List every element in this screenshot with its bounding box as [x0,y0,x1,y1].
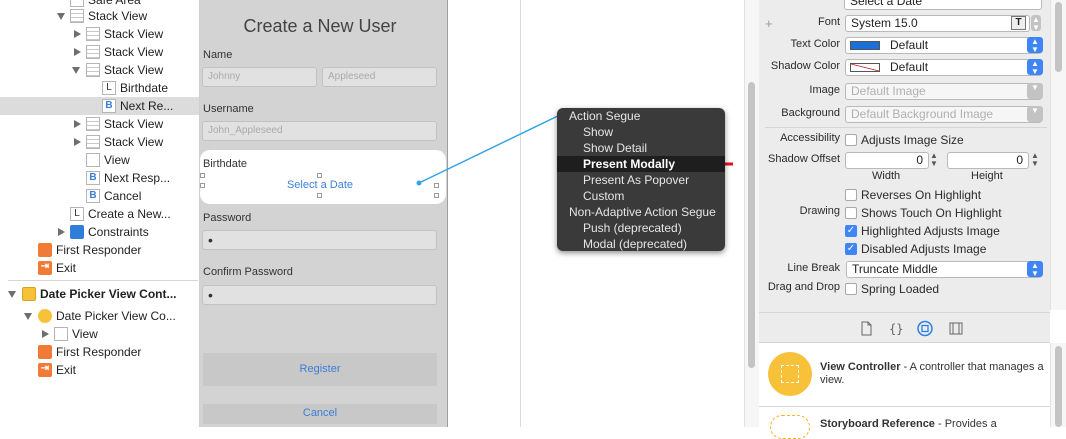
inspector-scroll-thumb[interactable] [1055,2,1062,72]
chevron-down-icon[interactable]: ▼ [1027,83,1043,99]
font-picker-icon[interactable]: T [1011,16,1026,30]
library-item-title: View Controller [820,361,901,373]
menu-item-show[interactable]: Show [557,124,751,140]
font-stepper[interactable]: ▲ ▼ [1031,15,1041,32]
font-label: Font [817,16,840,28]
image-field[interactable]: Default Image [845,83,1042,100]
image-label: Image [809,84,840,96]
shows-touch-checkbox[interactable] [845,207,857,219]
braces-icon[interactable]: {} [889,322,903,336]
library-tabs: {} [861,320,963,337]
spring-loaded-label: Spring Loaded [861,282,940,296]
text-color-swatch [850,41,880,50]
menu-item-present-modally[interactable]: Present Modally [557,156,725,172]
height-caption: Height [971,170,1003,182]
media-icon[interactable] [949,322,963,335]
library-item-description: Storyboard Reference - Provides a [820,418,1045,430]
adjusts-image-size-label: Adjusts Image Size [861,133,964,147]
svg-text:{}: {} [889,322,903,336]
menu-item-present-as-popover[interactable]: Present As Popover [557,172,751,188]
shadow-width-field[interactable]: 0 [845,152,929,169]
canvas-scroll-thumb[interactable] [748,82,755,368]
view-controller-icon [768,352,812,396]
chevron-updown-icon[interactable]: ▲ ▼ [1027,59,1043,76]
line-break-label: Line Break [787,262,840,274]
width-stepper[interactable]: ▲ ▼ [930,152,938,168]
library-item-desc: - Provides a [934,418,997,430]
shadow-color-swatch [850,63,880,72]
reverses-on-highlight-checkbox[interactable] [845,189,857,201]
add-variation-button[interactable]: + [765,16,773,31]
accessibility-label: Accessibility [780,132,840,144]
divider [765,127,1047,128]
text-color-label: Text Color [790,38,840,50]
width-caption: Width [872,170,901,182]
library-item-description: View Controller - A controller that mana… [820,361,1045,387]
library-item-title: Storyboard Reference [820,418,935,430]
background-field[interactable]: Default Background Image [845,106,1042,123]
font-field[interactable]: System 15.0 [845,15,1030,32]
menu-item-custom[interactable]: Custom [557,188,751,204]
highlighted-adjusts-label: Highlighted Adjusts Image [861,224,1000,238]
line-break-popup[interactable]: Truncate Middle [846,261,1042,278]
menu-header-non-adaptive: Non-Adaptive Action Segue [569,205,716,219]
connection-dot [416,180,422,186]
segue-menu: Action Segue Show Show Detail Present Mo… [557,108,725,251]
chevron-updown-icon[interactable]: ▲ ▼ [1027,261,1043,278]
highlighted-adjusts-checkbox[interactable]: ✓ [845,225,857,237]
shadow-color-label: Shadow Color [770,60,840,72]
shadow-offset-label: Shadow Offset [768,153,840,165]
menu-header-action-segue: Action Segue [569,109,641,123]
spring-loaded-checkbox[interactable] [845,283,857,295]
menu-item-modal[interactable]: Modal (deprecated) [557,236,751,252]
chevron-down-icon[interactable]: ▼ [1027,106,1043,122]
disabled-adjusts-label: Disabled Adjusts Image [861,242,987,256]
background-label: Background [781,107,840,119]
disabled-adjusts-checkbox[interactable]: ✓ [845,243,857,255]
menu-item-show-detail[interactable]: Show Detail [557,140,751,156]
title-field[interactable]: Select a Date [844,0,1042,10]
shows-touch-label: Shows Touch On Highlight [861,206,1002,220]
menu-item-push[interactable]: Push (deprecated) [557,220,751,236]
drag-drop-label: Drag and Drop [767,281,840,293]
divider [759,312,1050,313]
shadow-height-field[interactable]: 0 [947,152,1029,169]
file-icon[interactable] [861,321,872,336]
reverses-on-highlight-label: Reverses On Highlight [861,188,982,202]
object-icon[interactable] [917,320,933,337]
drawing-label: Drawing [799,205,840,217]
storyboard-reference-icon [770,415,810,439]
connection-line [418,112,565,184]
adjusts-image-size-checkbox[interactable] [845,134,857,146]
chevron-updown-icon[interactable]: ▲ ▼ [1027,37,1043,54]
height-stepper[interactable]: ▲ ▼ [1031,152,1039,168]
library-scroll-thumb[interactable] [1055,346,1062,427]
